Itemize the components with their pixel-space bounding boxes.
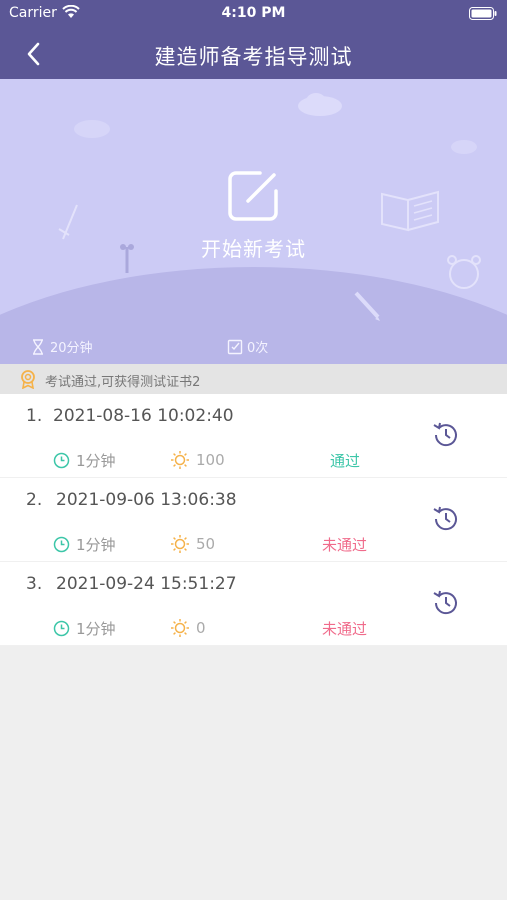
status-bar: Carrier 4:10 PM: [0, 0, 507, 28]
award-icon: [21, 370, 35, 389]
start-exam-label: 开始新考试: [201, 237, 306, 261]
exam-duration-value: 20分钟: [50, 341, 93, 356]
clock-icon: [53, 536, 70, 553]
status-time: 4:10 PM: [221, 5, 286, 21]
record-status-pass: 通过: [330, 452, 361, 470]
record-status-fail: 未通过: [322, 536, 368, 554]
record-datetime: 2021-08-16 10:02:40: [53, 406, 234, 426]
history-icon: [433, 422, 457, 447]
record-duration: 1分钟: [53, 534, 116, 555]
clock-icon: [53, 620, 70, 637]
record-score-value: 0: [196, 619, 206, 637]
battery-icon: [469, 7, 497, 24]
edit-icon: [228, 171, 278, 221]
history-button[interactable]: [431, 420, 461, 450]
hero-banner: 开始新考试 20分钟 0次: [0, 79, 507, 364]
clock-icon: [53, 452, 70, 469]
start-exam-button[interactable]: 开始新考试: [180, 169, 327, 264]
exam-record-2[interactable]: 2. 2021-09-06 13:06:38 1分钟 50 未通过: [0, 478, 507, 562]
certificate-notice: 考试通过,可获得测试证书2: [0, 364, 507, 394]
sun-icon: [171, 619, 189, 637]
history-icon: [433, 590, 457, 615]
pencil-icon: [354, 291, 380, 321]
sun-icon: [171, 451, 189, 469]
alarm-clock-icon: [447, 255, 481, 289]
exam-record-3[interactable]: 3. 2021-09-24 15:51:27 1分钟 0 未通过: [0, 562, 507, 646]
pen-icon: [58, 204, 78, 240]
record-duration: 1分钟: [53, 450, 116, 471]
record-score-value: 50: [196, 535, 216, 553]
exam-record-1[interactable]: 1. 2021-08-16 10:02:40 1分钟 100 通过: [0, 394, 507, 478]
record-score: 0: [170, 618, 206, 638]
cloud-icon: [74, 120, 110, 138]
record-duration-value: 1分钟: [76, 452, 116, 470]
record-score-value: 100: [196, 451, 225, 469]
record-duration-value: 1分钟: [76, 536, 116, 554]
certificate-notice-text: 考试通过,可获得测试证书2: [45, 375, 201, 390]
history-button[interactable]: [431, 504, 461, 534]
hourglass-icon: [33, 338, 43, 355]
record-score: 50: [170, 534, 215, 554]
page-title: 建造师备考指导测试: [154, 45, 353, 69]
note-icon: [227, 339, 243, 354]
cloud-icon: [451, 140, 477, 154]
record-datetime: 2021-09-24 15:51:27: [56, 574, 237, 594]
record-index: 3.: [26, 574, 43, 594]
record-datetime: 2021-09-06 13:06:38: [56, 490, 237, 510]
plant-icon: [120, 244, 134, 273]
exam-attempts: 0次: [227, 337, 268, 356]
record-index: 2.: [26, 490, 43, 510]
history-icon: [433, 506, 457, 531]
history-button[interactable]: [431, 588, 461, 618]
record-duration: 1分钟: [53, 618, 116, 639]
record-score: 100: [170, 450, 225, 470]
cloud-icon: [298, 93, 342, 116]
exam-duration: 20分钟: [30, 337, 93, 356]
sun-icon: [171, 535, 189, 553]
exam-attempts-value: 0次: [247, 341, 269, 356]
book-icon: [381, 190, 439, 232]
record-index: 1.: [26, 406, 43, 426]
exam-record-list: 1. 2021-08-16 10:02:40 1分钟 100 通过 2. 202…: [0, 394, 507, 646]
nav-bar: 建造师备考指导测试: [0, 28, 507, 79]
record-duration-value: 1分钟: [76, 620, 116, 638]
record-status-fail: 未通过: [322, 620, 368, 638]
